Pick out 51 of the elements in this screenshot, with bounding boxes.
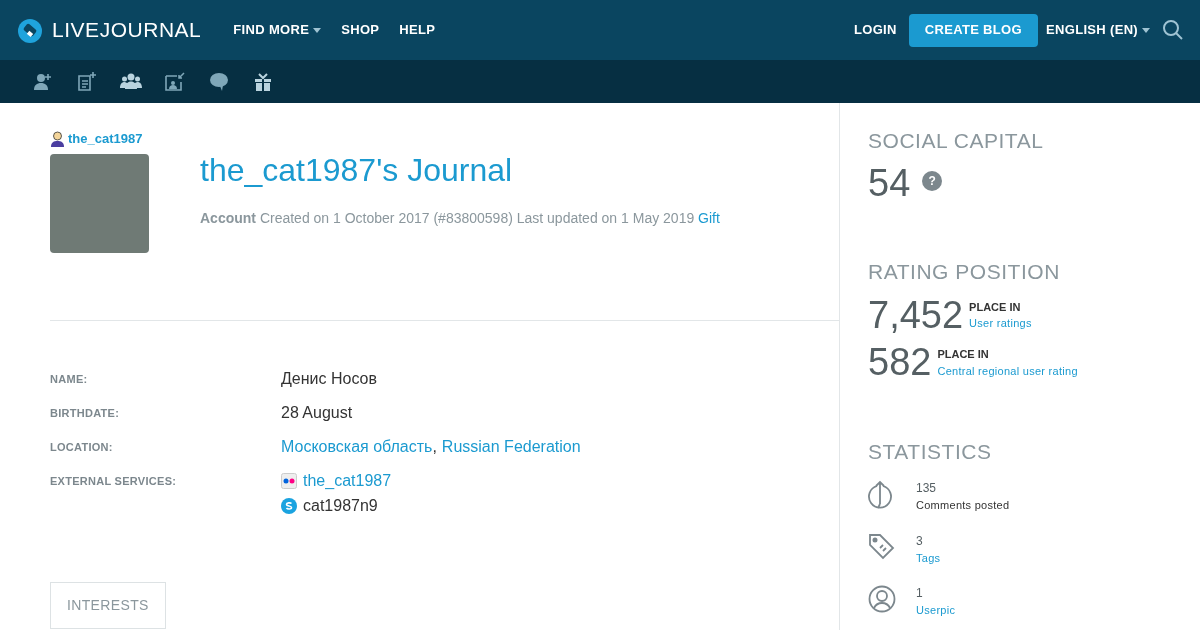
- stat-label: Comments posted: [916, 498, 1010, 514]
- location-link[interactable]: Russian Federation: [441, 435, 581, 459]
- place-label: PLACE IN: [969, 299, 1022, 315]
- username-link[interactable]: the_cat1987: [68, 129, 143, 149]
- location-link[interactable]: Московская область: [281, 435, 433, 459]
- rating-value: 582: [868, 340, 932, 386]
- document-plus-icon[interactable]: [76, 70, 98, 93]
- stat-link[interactable]: Userpic: [916, 602, 956, 619]
- section-heading: RATING POSITION: [868, 259, 1061, 286]
- field-value: ,: [432, 437, 437, 457]
- field-label: NAME:: [50, 372, 89, 387]
- service-name: cat1987n9: [303, 496, 378, 516]
- field-label: BIRTHDATE:: [50, 406, 121, 421]
- section-heading: SOCIAL CAPITAL: [868, 128, 1045, 154]
- stat-link[interactable]: Tags: [916, 549, 941, 567]
- gift-link[interactable]: Gift: [698, 210, 720, 226]
- speech-bubble-icon[interactable]: [208, 70, 230, 93]
- rating-value: 7,452: [868, 292, 964, 338]
- field-value: 28 August: [281, 403, 353, 423]
- section-heading: STATISTICS: [868, 438, 993, 465]
- social-capital-value: 54: [868, 160, 911, 206]
- place-label: PLACE IN: [937, 347, 990, 363]
- login-link[interactable]: LOGIN: [853, 20, 897, 40]
- field-label: EXTERNAL SERVICES:: [50, 474, 178, 489]
- field-label: LOCATION:: [50, 440, 114, 455]
- language-dropdown[interactable]: ENGLISH (EN): [1046, 20, 1150, 40]
- rating-link[interactable]: Central regional user rating: [937, 362, 1078, 380]
- account-info: Account Created on 1 October 2017 (#83800598) Last updated on 1 May 2019 Gift: [200, 209, 720, 228]
- user-icon: [50, 130, 65, 147]
- caret-icon: [1142, 27, 1150, 33]
- service-link[interactable]: the_cat1987: [303, 469, 392, 493]
- caret-icon: [313, 27, 322, 33]
- help-badge[interactable]: ?: [922, 170, 943, 191]
- logo-text[interactable]: LIVEJOURNAL: [52, 14, 202, 46]
- nav-link[interactable]: FIND MORE: [233, 20, 322, 40]
- gift-icon[interactable]: [252, 70, 274, 93]
- nav-link[interactable]: HELP: [399, 20, 436, 40]
- interests-tab[interactable]: INTERESTS: [50, 582, 166, 629]
- field-value: Денис Носов: [281, 369, 377, 389]
- journal-title: the_cat1987's Journal: [200, 151, 514, 190]
- rating-link[interactable]: User ratings: [969, 315, 1032, 332]
- stat-count: 1: [916, 585, 924, 603]
- stat-count: 135: [916, 480, 938, 498]
- inbox-icon[interactable]: [164, 70, 186, 93]
- nav-link[interactable]: SHOP: [341, 20, 380, 40]
- logo-icon[interactable]: [16, 16, 44, 44]
- search-icon[interactable]: [1162, 19, 1184, 41]
- flickr-icon: [281, 473, 297, 489]
- create-blog-button[interactable]: CREATE BLOG: [908, 13, 1038, 47]
- stat-count: 3: [916, 532, 924, 550]
- skype-icon: [281, 498, 297, 514]
